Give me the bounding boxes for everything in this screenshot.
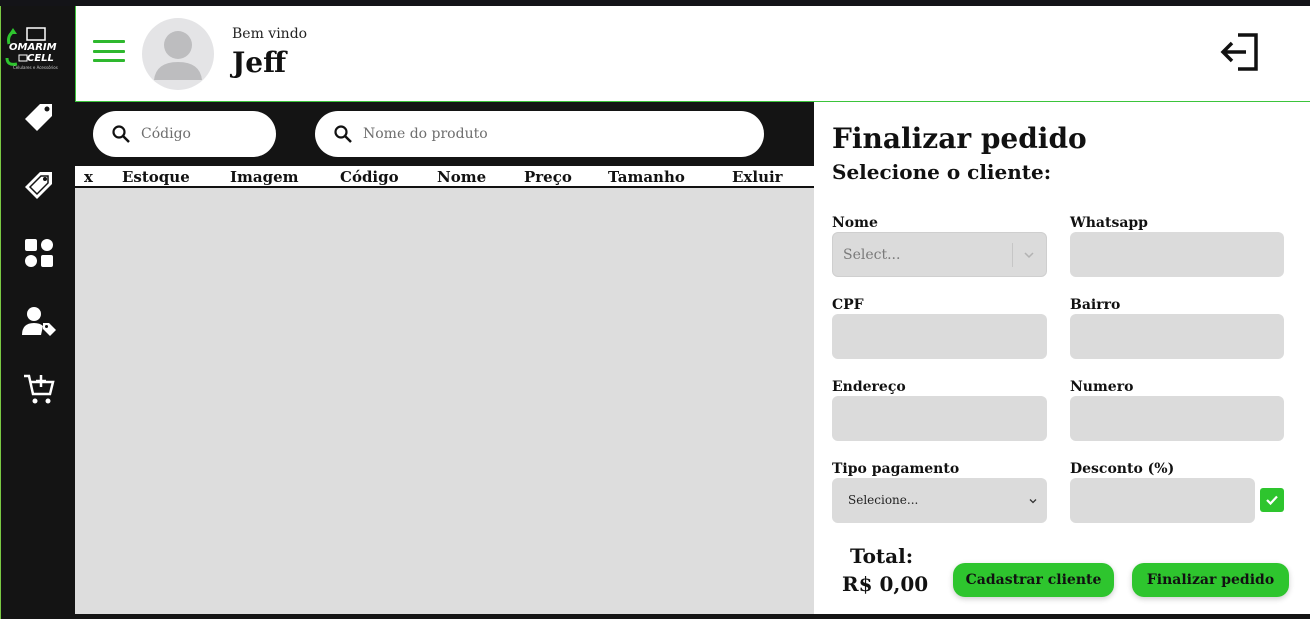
column-header-x: x <box>84 168 93 186</box>
column-header-excluir: Exluir <box>732 168 783 186</box>
search-icon <box>334 125 352 143</box>
code-search-input[interactable]: Código <box>93 111 276 157</box>
user-tag-icon <box>22 307 56 336</box>
payment-type-select[interactable]: Selecione... <box>832 478 1047 523</box>
column-header-codigo: Código <box>340 168 399 186</box>
endereco-field[interactable] <box>832 396 1047 441</box>
column-header-tamanho: Tamanho <box>608 168 685 186</box>
total-label: Total: <box>850 544 914 568</box>
sidebar-item-categories[interactable] <box>20 234 58 272</box>
order-panel: Finalizar pedido Selecione o cliente: No… <box>814 102 1310 614</box>
payment-type-value: Selecione... <box>848 493 919 507</box>
bottom-bar <box>75 614 1310 619</box>
sidebar-item-tag-outline[interactable] <box>20 167 58 205</box>
column-header-imagem: Imagem <box>230 168 299 186</box>
nome-label: Nome <box>832 215 878 231</box>
payment-type-label: Tipo pagamento <box>832 461 960 477</box>
bairro-field[interactable] <box>1070 314 1284 359</box>
cpf-field[interactable] <box>832 314 1047 359</box>
column-header-nome: Nome <box>437 168 487 186</box>
panel-subtitle: Selecione o cliente: <box>832 160 1052 184</box>
finish-order-button[interactable]: Finalizar pedido <box>1132 563 1289 597</box>
client-select[interactable]: Select... <box>832 232 1047 277</box>
bairro-label: Bairro <box>1070 297 1121 313</box>
product-name-placeholder: Nome do produto <box>363 126 488 142</box>
categories-icon <box>25 239 53 267</box>
brand-logo: OMARIM CELL Celulares e Acessórios <box>5 26 71 72</box>
sidebar: OMARIM CELL Celulares e Acessórios <box>1 6 74 619</box>
endereco-label: Endereço <box>832 379 906 395</box>
svg-text:CELL: CELL <box>27 53 54 64</box>
search-bar: Código Nome do produto <box>75 102 814 166</box>
search-icon <box>112 125 130 143</box>
select-separator <box>1012 243 1013 267</box>
check-icon <box>1266 495 1278 506</box>
tag-outline-icon <box>25 172 52 199</box>
tag-icon <box>25 104 52 131</box>
username: Jeff <box>232 46 287 79</box>
welcome-text: Bem vindo <box>232 26 308 42</box>
hamburger-icon[interactable] <box>93 40 125 62</box>
svg-text:Celulares e Acessórios: Celulares e Acessórios <box>13 65 58 70</box>
chevron-down-icon <box>1029 499 1037 504</box>
discount-label: Desconto (%) <box>1070 461 1175 477</box>
column-header-estoque: Estoque <box>122 168 190 186</box>
svg-text:OMARIM: OMARIM <box>9 42 57 53</box>
page-title: Finalizar pedido <box>832 122 1087 155</box>
discount-field[interactable] <box>1070 478 1255 523</box>
chevron-down-icon <box>1024 252 1034 259</box>
total-value: R$ 0,00 <box>842 572 929 596</box>
register-client-button[interactable]: Cadastrar cliente <box>953 563 1114 597</box>
cart-add-icon <box>24 374 55 404</box>
sidebar-item-tag[interactable] <box>20 99 58 137</box>
top-header: Bem vindo Jeff <box>75 6 1310 102</box>
logout-icon[interactable] <box>1220 31 1262 73</box>
sidebar-item-clients[interactable] <box>20 302 58 340</box>
products-table-body <box>75 188 814 615</box>
products-table-header: x Estoque Imagem Código Nome Preço Taman… <box>75 166 814 188</box>
whatsapp-label: Whatsapp <box>1070 215 1148 231</box>
apply-discount-button[interactable] <box>1260 488 1284 512</box>
avatar <box>142 18 214 90</box>
app-root: OMARIM CELL Celulares e Acessórios Bem v… <box>0 0 1310 619</box>
sidebar-item-cart[interactable] <box>20 370 58 408</box>
product-name-search-input[interactable]: Nome do produto <box>315 111 764 157</box>
column-header-preco: Preço <box>524 168 572 186</box>
numero-label: Numero <box>1070 379 1134 395</box>
code-search-placeholder: Código <box>141 126 191 142</box>
client-select-placeholder: Select... <box>843 247 901 263</box>
numero-field[interactable] <box>1070 396 1284 441</box>
cpf-label: CPF <box>832 297 864 313</box>
whatsapp-field[interactable] <box>1070 232 1284 277</box>
